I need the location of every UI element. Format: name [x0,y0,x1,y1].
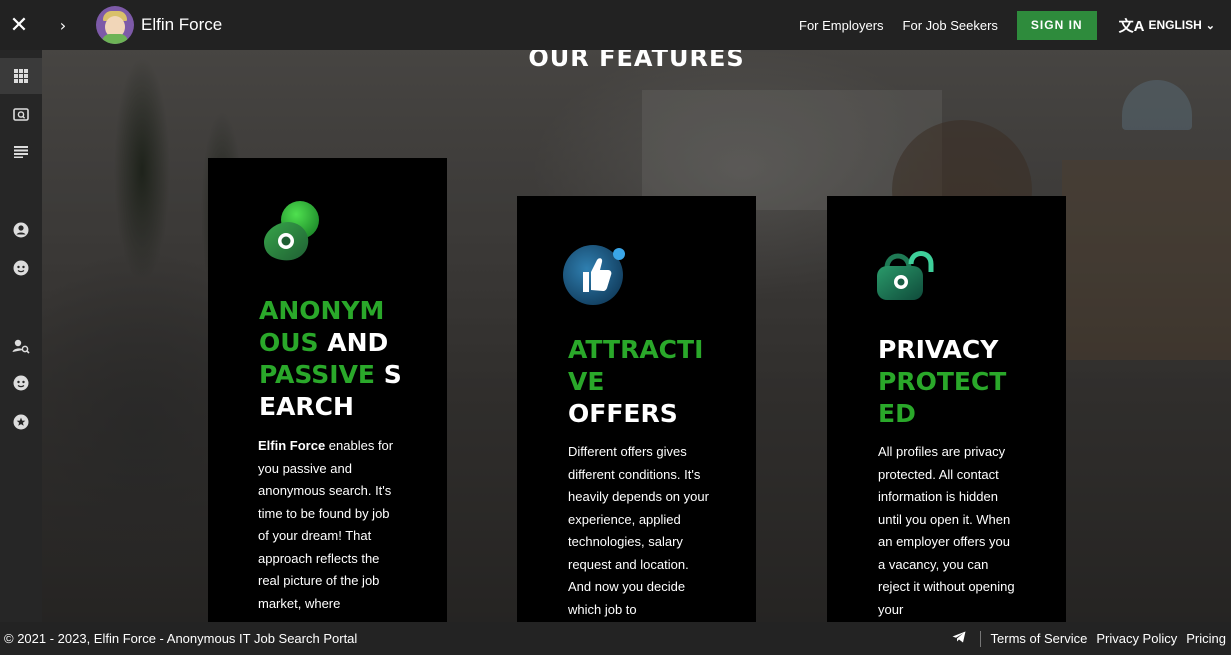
close-icon[interactable]: ✕ [0,0,38,50]
padlock-icon [873,242,943,312]
translate-icon: 文A [1118,17,1145,35]
heading-part: S [375,360,402,389]
heading-part: EARCH [259,392,354,421]
face-icon[interactable] [0,250,42,286]
top-bar: ✕ › Elfin Force For Employers For Job Se… [0,0,1231,50]
heading-part: OUS [259,328,319,357]
heading-part: PASSIVE [259,360,375,389]
heading-part: OFFERS [568,399,678,428]
for-job-seekers-link[interactable]: For Job Seekers [903,18,998,33]
heading-part: VE [568,367,605,396]
grid-icon[interactable] [0,58,42,94]
chevron-down-icon: ⌄ [1205,19,1215,32]
star-icon[interactable] [0,404,42,440]
top-nav: For Employers For Job Seekers SIGN IN 文A… [799,0,1231,50]
feature-card-anonymous-search: ANONYM OUS AND PASSIVE S EARCH Elfin For… [208,158,447,628]
search-screen-icon[interactable] [0,97,42,133]
footer: © 2021 - 2023, Elfin Force - Anonymous I… [0,622,1231,655]
copyright-text: © 2021 - 2023, Elfin Force - Anonymous I… [4,631,358,646]
user-search-icon[interactable] [0,328,42,364]
language-selector[interactable]: 文A ENGLISH ⌄ [1119,15,1215,36]
sign-in-button[interactable]: SIGN IN [1016,10,1097,40]
heading-part: AND [318,328,389,357]
privacy-policy-link[interactable]: Privacy Policy [1096,631,1177,646]
terms-of-service-link[interactable]: Terms of Service [991,631,1088,646]
telegram-icon[interactable] [952,631,966,646]
card-heading: ATTRACTI VE OFFERS [568,334,713,430]
heading-part: ED [878,399,916,428]
brand-mention: Elfin Force [258,438,326,453]
heading-part: PROTECT [878,367,1007,396]
eye-blob-icon [254,198,324,268]
footer-links: Terms of Service Privacy Policy Pricing [952,630,1231,647]
feature-card-attractive-offers: ATTRACTI VE OFFERS Different offers give… [517,196,756,626]
card-heading: PRIVACY PROTECT ED [878,334,1023,430]
list-icon[interactable] [0,134,42,170]
card-description: Different offers gives different conditi… [568,444,709,617]
card-description: Elfin Force enables for you passive and … [258,435,403,615]
heading-part: ANONYM [259,296,385,325]
logo-body [102,34,128,44]
face-icon[interactable] [0,365,42,401]
footer-divider [979,630,981,647]
sidebar [0,50,42,622]
language-label: ENGLISH [1148,18,1202,32]
pricing-link[interactable]: Pricing [1186,631,1226,646]
brand-name[interactable]: Elfin Force [141,15,222,35]
feature-card-privacy-protected: PRIVACY PROTECT ED All profiles are priv… [827,196,1066,626]
thumbs-up-icon [561,240,631,310]
heading-part: PRIVACY [878,335,999,364]
card-description: All profiles are privacy protected. All … [878,444,1015,617]
heading-part: ATTRACTI [568,335,704,364]
description-text: enables for you passive and anonymous se… [258,438,394,611]
brand-logo[interactable] [96,6,134,44]
for-employers-link[interactable]: For Employers [799,18,884,33]
card-heading: ANONYM OUS AND PASSIVE S EARCH [259,295,404,423]
user-circle-icon[interactable] [0,212,42,248]
chevron-right-icon[interactable]: › [38,0,88,50]
